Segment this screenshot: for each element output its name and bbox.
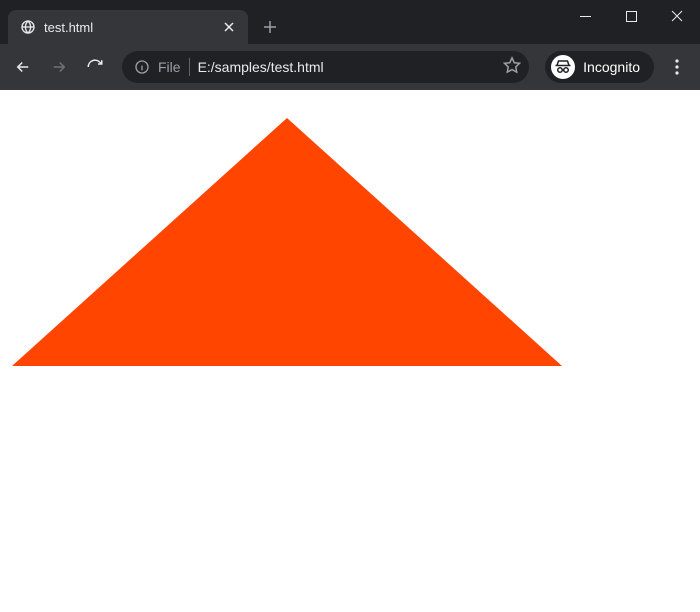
active-tab[interactable]: test.html	[8, 10, 248, 44]
new-tab-button[interactable]	[256, 13, 284, 41]
info-icon[interactable]	[134, 59, 150, 75]
back-button[interactable]	[6, 50, 40, 84]
page-viewport	[0, 90, 700, 612]
titlebar: test.html	[0, 0, 700, 44]
main-menu-button[interactable]	[660, 50, 694, 84]
reload-button[interactable]	[78, 50, 112, 84]
close-icon	[671, 10, 683, 22]
close-window-button[interactable]	[654, 0, 700, 32]
url-text[interactable]: E:/samples/test.html	[198, 59, 496, 75]
reload-icon	[86, 58, 104, 76]
maximize-icon	[626, 11, 637, 22]
incognito-indicator[interactable]: Incognito	[545, 51, 654, 83]
star-icon	[503, 56, 521, 74]
minimize-icon	[580, 11, 591, 22]
browser-window: test.html	[0, 0, 700, 612]
incognito-label: Incognito	[583, 59, 640, 75]
incognito-icon	[551, 55, 575, 79]
bookmark-button[interactable]	[503, 56, 521, 79]
plus-icon	[263, 20, 277, 34]
forward-button[interactable]	[42, 50, 76, 84]
minimize-button[interactable]	[562, 0, 608, 32]
tab-title: test.html	[44, 20, 212, 35]
arrow-left-icon	[14, 58, 32, 76]
globe-icon	[20, 19, 36, 35]
url-scheme-label: File	[158, 59, 181, 75]
close-tab-icon[interactable]	[220, 18, 238, 36]
arrow-right-icon	[50, 58, 68, 76]
omnibox-divider	[189, 58, 190, 76]
toolbar: File E:/samples/test.html Incognito	[0, 44, 700, 90]
orange-triangle-shape	[12, 118, 562, 366]
tab-strip: test.html	[0, 0, 562, 44]
address-bar[interactable]: File E:/samples/test.html	[122, 51, 529, 83]
window-controls	[562, 0, 700, 32]
kebab-menu-icon	[675, 59, 679, 75]
maximize-button[interactable]	[608, 0, 654, 32]
